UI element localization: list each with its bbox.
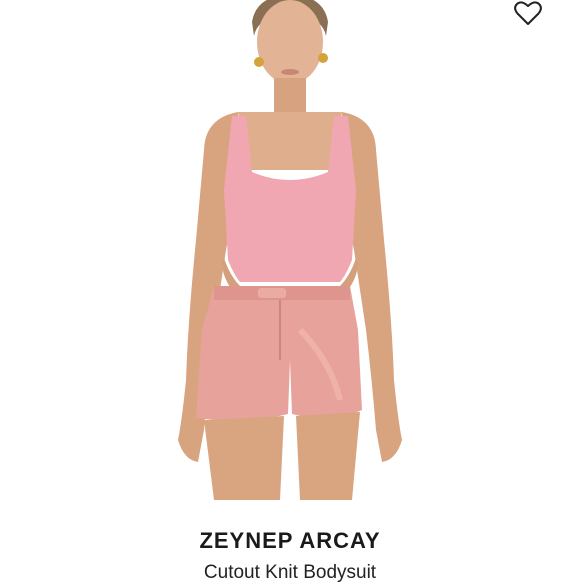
heart-icon[interactable]	[514, 0, 542, 26]
brand-name[interactable]: ZEYNEP ARCAY	[0, 528, 580, 554]
earring-left	[254, 57, 264, 67]
model-lips	[281, 69, 299, 75]
earring-right	[318, 53, 328, 63]
product-image[interactable]	[0, 0, 580, 500]
product-title[interactable]: Cutout Knit Bodysuit	[0, 562, 580, 584]
